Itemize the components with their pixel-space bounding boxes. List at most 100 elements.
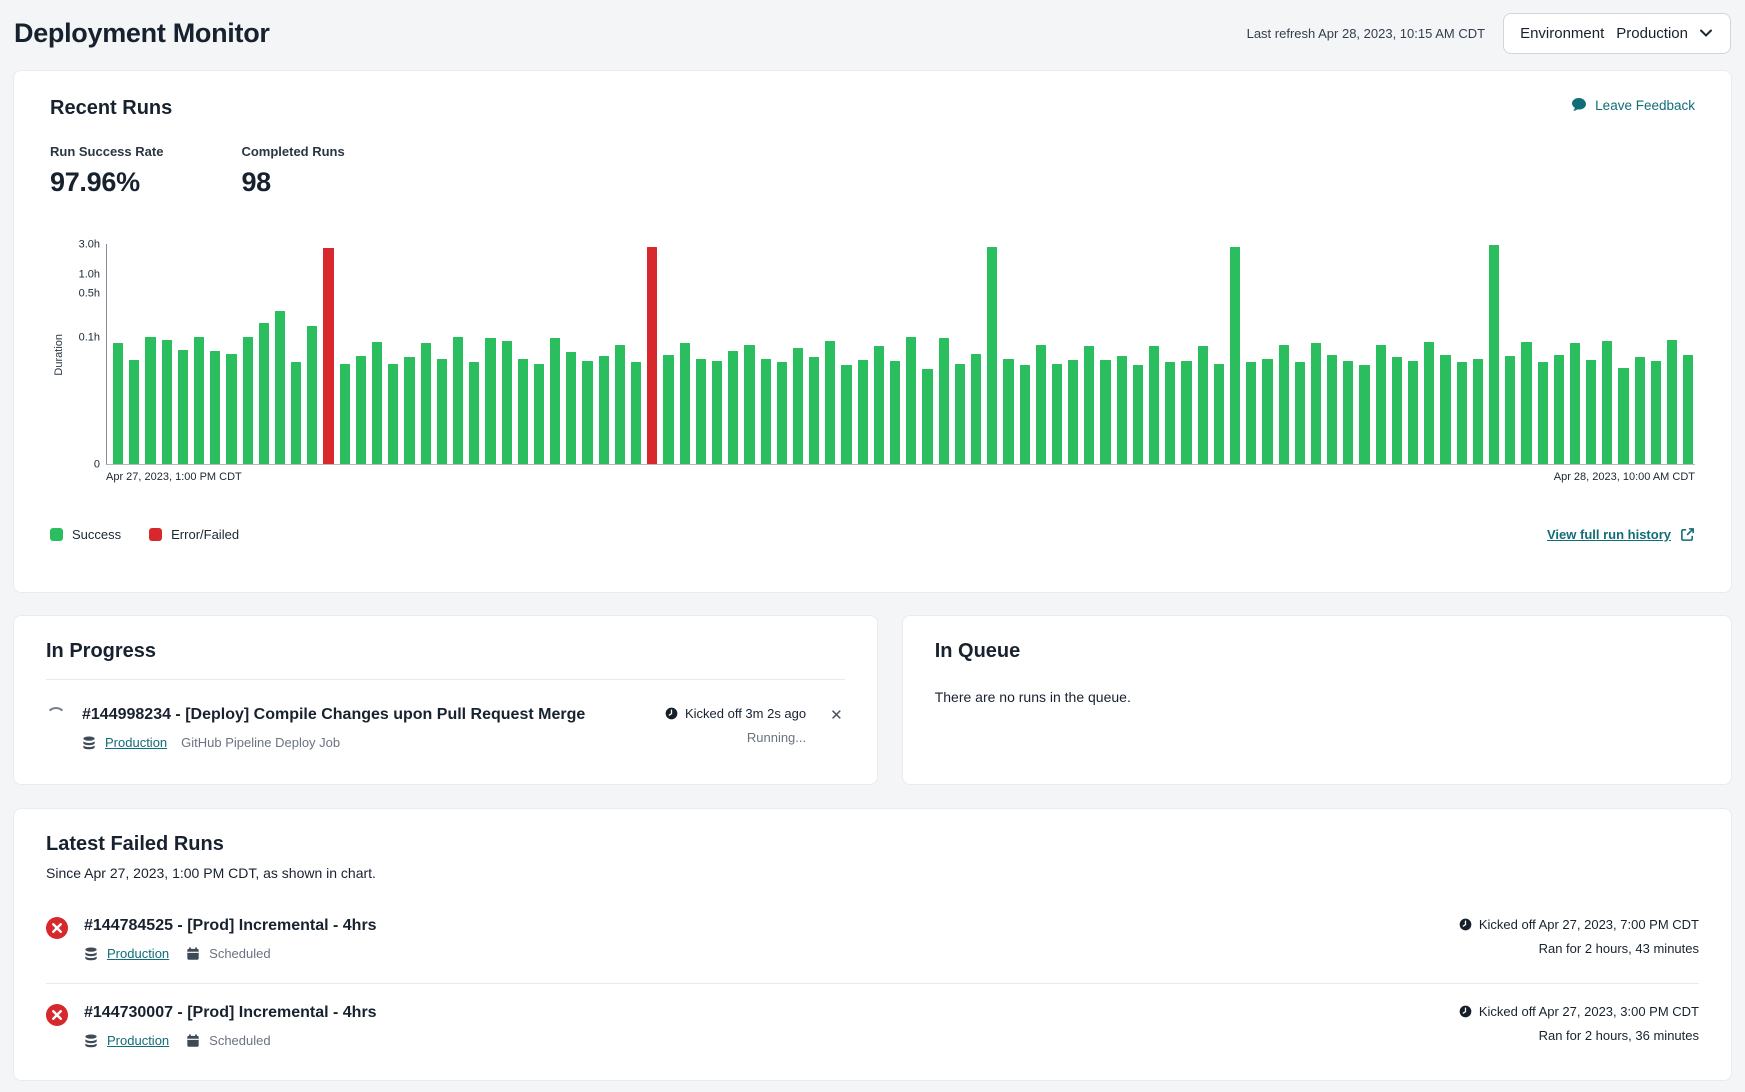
- run-bar-success[interactable]: [421, 343, 431, 464]
- run-bar-success[interactable]: [728, 351, 738, 464]
- run-bar-success[interactable]: [372, 342, 382, 464]
- run-bar-success[interactable]: [1538, 362, 1548, 464]
- run-bar-success[interactable]: [404, 357, 414, 464]
- run-bar-success[interactable]: [890, 361, 900, 464]
- run-bar-success[interactable]: [793, 348, 803, 464]
- run-bar-success[interactable]: [874, 346, 884, 464]
- run-bar-success[interactable]: [550, 338, 560, 464]
- run-bar-success[interactable]: [1084, 346, 1094, 464]
- run-bar-success[interactable]: [1359, 365, 1369, 464]
- run-bar-success[interactable]: [469, 362, 479, 464]
- run-bar-success[interactable]: [1003, 359, 1013, 464]
- run-bar-success[interactable]: [226, 354, 236, 465]
- environment-link[interactable]: Production: [107, 946, 169, 961]
- run-bar-success[interactable]: [1295, 362, 1305, 464]
- run-bar-success[interactable]: [906, 337, 916, 464]
- run-bar-success[interactable]: [178, 350, 188, 464]
- run-bar-success[interactable]: [129, 360, 139, 464]
- environment-link[interactable]: Production: [107, 1033, 169, 1048]
- run-bar-success[interactable]: [1214, 364, 1224, 464]
- run-bar-success[interactable]: [566, 352, 576, 464]
- run-bar-success[interactable]: [113, 343, 123, 464]
- run-bar-success[interactable]: [1165, 362, 1175, 464]
- run-bar-success[interactable]: [1262, 359, 1272, 464]
- run-bar-success[interactable]: [1473, 359, 1483, 464]
- run-bar-success[interactable]: [777, 362, 787, 464]
- run-bar-success[interactable]: [939, 338, 949, 464]
- run-bar-success[interactable]: [1635, 357, 1645, 464]
- run-bar-success[interactable]: [534, 364, 544, 464]
- environment-dropdown[interactable]: Environment Production: [1503, 13, 1731, 54]
- environment-link[interactable]: Production: [105, 735, 167, 750]
- run-bar-success[interactable]: [485, 338, 495, 464]
- run-bar-failed[interactable]: [647, 247, 657, 464]
- run-bar-success[interactable]: [615, 345, 625, 464]
- run-bar-success[interactable]: [712, 361, 722, 464]
- run-bar-success[interactable]: [1489, 245, 1499, 464]
- run-bar-success[interactable]: [680, 343, 690, 464]
- run-bar-success[interactable]: [453, 337, 463, 464]
- run-bar-success[interactable]: [599, 356, 609, 464]
- run-bar-success[interactable]: [1521, 342, 1531, 464]
- run-bar-success[interactable]: [841, 365, 851, 464]
- run-bar-success[interactable]: [1198, 346, 1208, 464]
- run-bar-success[interactable]: [1376, 345, 1386, 464]
- run-bar-success[interactable]: [825, 341, 835, 464]
- run-bar-success[interactable]: [1246, 362, 1256, 464]
- run-bar-success[interactable]: [987, 247, 997, 464]
- run-bar-success[interactable]: [1036, 345, 1046, 464]
- run-bar-success[interactable]: [162, 340, 172, 465]
- run-bar-success[interactable]: [1570, 343, 1580, 464]
- run-bar-success[interactable]: [437, 359, 447, 464]
- run-bar-success[interactable]: [1020, 365, 1030, 464]
- run-bar-success[interactable]: [696, 359, 706, 464]
- close-icon[interactable]: ✕: [828, 706, 845, 725]
- run-bar-success[interactable]: [744, 345, 754, 464]
- run-bar-success[interactable]: [1100, 360, 1110, 464]
- run-bar-success[interactable]: [1424, 342, 1434, 464]
- run-bar-success[interactable]: [955, 364, 965, 464]
- run-bar-success[interactable]: [1181, 361, 1191, 464]
- run-bar-success[interactable]: [210, 351, 220, 464]
- run-bar-success[interactable]: [194, 337, 204, 464]
- run-bar-success[interactable]: [340, 364, 350, 464]
- run-bar-success[interactable]: [1068, 360, 1078, 464]
- run-bar-success[interactable]: [291, 362, 301, 464]
- run-bar-success[interactable]: [356, 356, 366, 464]
- run-bar-success[interactable]: [922, 369, 932, 464]
- run-bar-success[interactable]: [1602, 341, 1612, 464]
- run-bar-success[interactable]: [1052, 364, 1062, 464]
- run-bar-success[interactable]: [1440, 355, 1450, 464]
- run-bar-success[interactable]: [1279, 345, 1289, 464]
- run-bar-success[interactable]: [1311, 343, 1321, 464]
- run-bar-success[interactable]: [1327, 355, 1337, 464]
- run-bar-success[interactable]: [809, 357, 819, 464]
- run-bar-success[interactable]: [243, 337, 253, 464]
- run-bar-success[interactable]: [1651, 361, 1661, 464]
- run-bar-success[interactable]: [1457, 362, 1467, 464]
- run-bar-success[interactable]: [1505, 356, 1515, 464]
- run-bar-success[interactable]: [631, 362, 641, 464]
- run-bar-success[interactable]: [971, 354, 981, 465]
- run-bar-success[interactable]: [663, 355, 673, 464]
- run-bar-success[interactable]: [761, 359, 771, 464]
- run-bar-success[interactable]: [582, 361, 592, 464]
- run-bar-success[interactable]: [858, 360, 868, 464]
- run-bar-success[interactable]: [275, 311, 285, 464]
- run-bar-success[interactable]: [1683, 355, 1693, 464]
- run-bar-success[interactable]: [1117, 356, 1127, 464]
- run-bar-success[interactable]: [502, 341, 512, 464]
- run-bar-success[interactable]: [1343, 361, 1353, 464]
- run-bar-success[interactable]: [1230, 247, 1240, 464]
- run-bar-success[interactable]: [1618, 368, 1628, 465]
- run-bar-success[interactable]: [1149, 346, 1159, 464]
- run-bar-success[interactable]: [1392, 357, 1402, 464]
- run-bar-success[interactable]: [1586, 360, 1596, 464]
- run-bar-success[interactable]: [145, 337, 155, 464]
- run-bar-success[interactable]: [307, 326, 317, 464]
- run-bar-success[interactable]: [1667, 340, 1677, 465]
- leave-feedback-link[interactable]: Leave Feedback: [1571, 97, 1695, 113]
- run-bar-success[interactable]: [518, 359, 528, 464]
- run-bar-success[interactable]: [259, 323, 269, 465]
- view-full-run-history-link[interactable]: View full run history: [1547, 527, 1695, 542]
